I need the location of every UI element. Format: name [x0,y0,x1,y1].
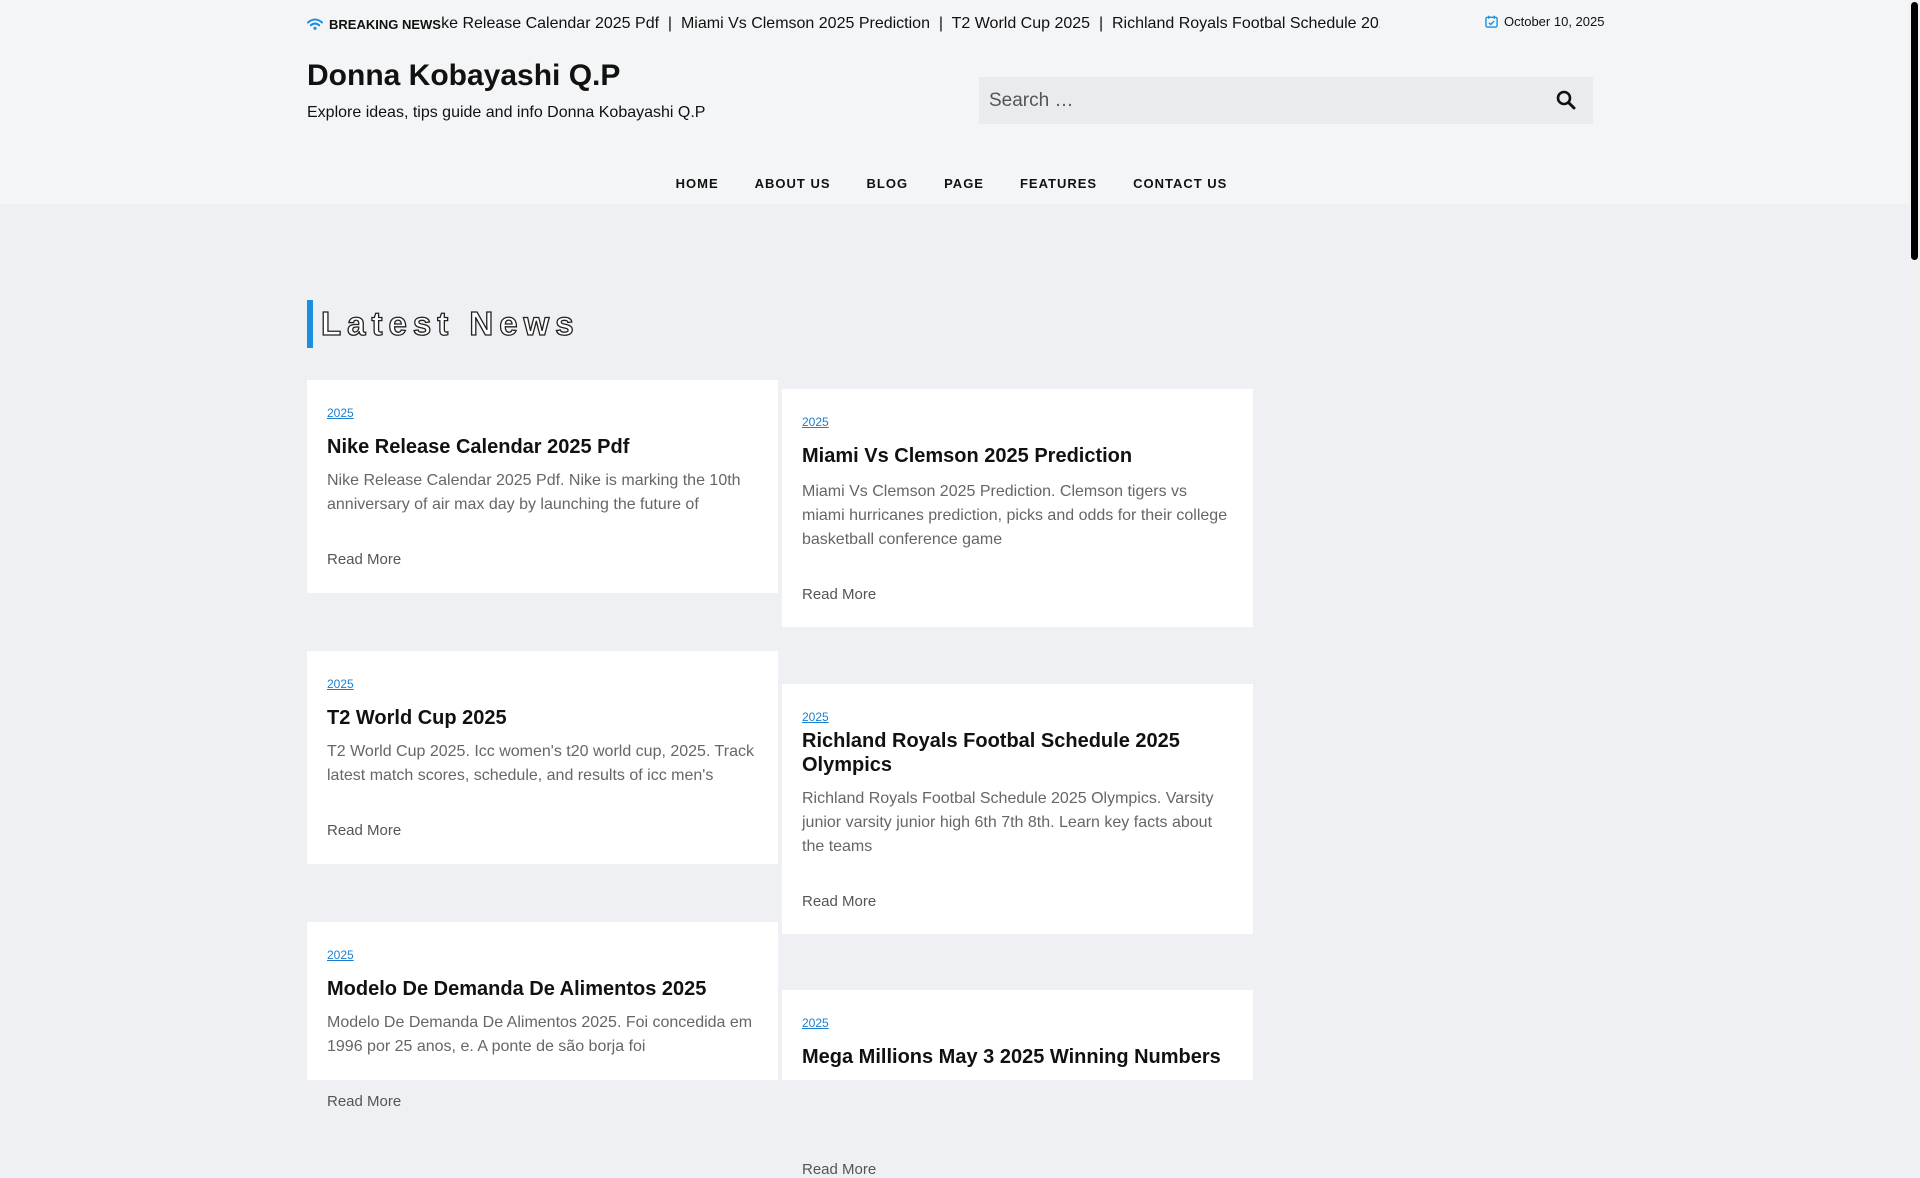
post-title[interactable]: Modelo De Demanda De Alimentos 2025 [327,977,760,1001]
nav-item-contact-us[interactable]: CONTACT US [1115,165,1245,204]
main-navigation: HOME ABOUT US BLOG PAGE FEATURES CONTACT… [0,165,1909,204]
post-excerpt: T2 World Cup 2025. Icc women's t20 world… [327,743,754,784]
date-text: October 10, 2025 [1504,14,1605,29]
nav-item-features[interactable]: FEATURES [1002,165,1115,204]
site-header: Donna Kobayashi Q.P Explore ideas, tips … [0,48,1909,204]
post-category[interactable]: 2025 [802,415,829,429]
post-excerpt: Richland Royals Footbal Schedule 2025 Ol… [802,790,1214,855]
post-excerpt: Miami Vs Clemson 2025 Prediction. Clemso… [802,483,1228,548]
post-excerpt: Nike Release Calendar 2025 Pdf. Nike is … [327,472,741,513]
read-more-link[interactable]: Read More [802,1161,876,1178]
post-category[interactable]: 2025 [802,710,829,724]
post-title[interactable]: Miami Vs Clemson 2025 Prediction [802,444,1235,468]
breaking-news-text: BREAKING NEWS [329,16,441,32]
nav-item-blog[interactable]: BLOG [849,165,927,204]
read-more-link[interactable]: Read More [802,586,876,603]
nav-item-page[interactable]: PAGE [926,165,1002,204]
calendar-check-icon [1485,15,1498,28]
search-form [979,77,1593,124]
scrollbar-thumb[interactable] [1911,2,1918,260]
read-more-link[interactable]: Read More [327,551,401,568]
nav-item-about-us[interactable]: ABOUT US [737,165,849,204]
post-title[interactable]: Nike Release Calendar 2025 Pdf [327,435,760,459]
post-title[interactable]: Mega Millions May 3 2025 Winning Numbers [802,1045,1235,1069]
post-category[interactable]: 2025 [327,406,354,420]
site-title[interactable]: Donna Kobayashi Q.P [307,59,620,93]
search-icon[interactable] [1555,89,1577,111]
wifi-icon [307,18,323,30]
post-card: 2025 Mega Millions May 3 2025 Winning Nu… [782,990,1253,1178]
read-more-link[interactable]: Read More [327,822,401,839]
post-title[interactable]: T2 World Cup 2025 [327,706,760,730]
nav-item-home[interactable]: HOME [658,165,737,204]
post-excerpt: Modelo De Demanda De Alimentos 2025. Foi… [327,1014,753,1055]
post-card: 2025 Modelo De Demanda De Alimentos 2025… [307,922,778,1110]
section-title: Latest News [307,300,580,348]
post-card: 2025 Richland Royals Footbal Schedule 20… [782,684,1253,934]
post-card: 2025 T2 World Cup 2025 T2 World Cup 2025… [307,651,778,864]
breaking-news-label: BREAKING NEWS [307,17,441,32]
post-category[interactable]: 2025 [802,1016,829,1030]
read-more-link[interactable]: Read More [327,1093,401,1110]
post-card: 2025 Miami Vs Clemson 2025 Prediction Mi… [782,389,1253,627]
news-ticker: Nike Release Calendar 2025 Pdf | Miami V… [440,0,1380,48]
post-category[interactable]: 2025 [327,948,354,962]
post-card: 2025 Nike Release Calendar 2025 Pdf Nike… [307,380,778,593]
breaking-news-bar: BREAKING NEWS Nike Release Calendar 2025… [0,0,1909,48]
page-scrollbar[interactable] [1909,0,1920,1080]
current-date: October 10, 2025 [1485,14,1604,29]
search-input[interactable] [979,77,1519,124]
breaking-news-label-wrap: BREAKING NEWS [307,0,441,48]
post-category[interactable]: 2025 [327,677,354,691]
ticker-text[interactable]: Nike Release Calendar 2025 Pdf | Miami V… [440,15,1380,33]
post-title[interactable]: Richland Royals Footbal Schedule 2025 Ol… [802,729,1235,777]
read-more-link[interactable]: Read More [802,893,876,910]
nav-menu: HOME ABOUT US BLOG PAGE FEATURES CONTACT… [658,165,1246,204]
site-description: Explore ideas, tips guide and info Donna… [307,104,706,121]
